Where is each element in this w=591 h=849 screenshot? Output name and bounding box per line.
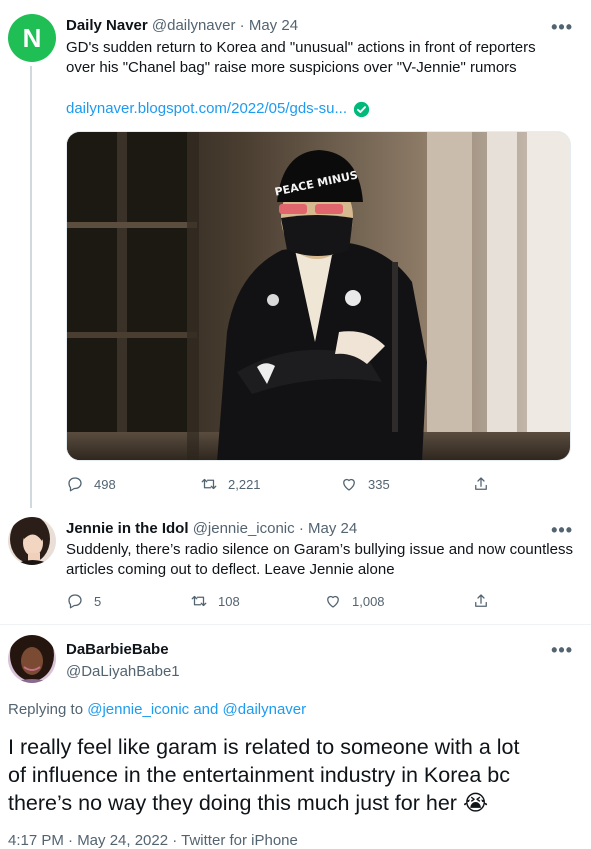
tweet-date[interactable]: May 24: [249, 17, 298, 34]
replying-and: and: [189, 701, 223, 718]
tweet-header: DaBarbieBabe @DaLiyahBabe1: [66, 639, 571, 683]
retweet-button[interactable]: 108: [190, 592, 240, 610]
tweet-text-line: of influence in the entertainment indust…: [8, 763, 510, 787]
mention-link[interactable]: @dailynaver: [223, 701, 307, 718]
retweet-button[interactable]: 2,221: [200, 475, 261, 493]
share-icon: [475, 477, 487, 490]
verified-check-icon: [353, 101, 370, 117]
tweet-photo[interactable]: PEACE MINUS: [66, 131, 571, 461]
retweet-count: 108: [218, 593, 240, 609]
separator-dot: ·: [298, 520, 304, 537]
tweet-text-line: there’s no way they doing this much just…: [8, 791, 457, 815]
retweet-icon: [191, 595, 207, 607]
tweet-dabarbiebabe[interactable]: DaBarbieBabe @DaLiyahBabe1 ••• Replying …: [0, 625, 591, 849]
like-icon: [343, 478, 355, 491]
replying-to: Replying to @jennie_iconic and @dailynav…: [8, 700, 306, 720]
author-handle[interactable]: @dailynaver: [152, 17, 236, 34]
like-count: 1,008: [352, 593, 385, 609]
tweet-text: Suddenly, there’s radio silence on Garam…: [66, 540, 577, 580]
tweet-text-line: GD's sudden return to Korea and "unusual…: [66, 39, 536, 56]
share-button[interactable]: [472, 592, 490, 610]
crying-emoji-icon: 😭: [462, 791, 489, 815]
more-icon[interactable]: •••: [551, 521, 573, 539]
tweet-actions: 498 2,221 335: [66, 475, 496, 497]
more-icon[interactable]: •••: [551, 18, 573, 36]
more-icon[interactable]: •••: [551, 641, 573, 659]
photo-image: PEACE MINUS: [67, 132, 570, 460]
tweet-text-line: I really feel like garam is related to s…: [8, 735, 520, 759]
share-button[interactable]: [472, 475, 490, 493]
reply-count: 5: [94, 593, 102, 609]
avatar-photo: [8, 517, 56, 565]
article-link-text[interactable]: dailynaver.blogspot.com/2022/05/gds-su..…: [66, 99, 347, 119]
tweet-text: GD's sudden return to Korea and "unusual…: [66, 38, 577, 78]
reply-icon: [68, 594, 82, 609]
reply-button[interactable]: 498: [66, 475, 116, 493]
tweet-timestamp[interactable]: 4:17 PM · May 24, 2022 · Twitter for iPh…: [8, 831, 298, 849]
article-link[interactable]: dailynaver.blogspot.com/2022/05/gds-su..…: [66, 99, 370, 119]
avatar[interactable]: [8, 635, 56, 683]
tweet-jennie-in-the-idol[interactable]: Jennie in the Idol @jennie_iconic · May …: [0, 505, 591, 625]
replying-prefix: Replying to: [8, 701, 88, 718]
reply-icon: [68, 477, 82, 492]
author-name[interactable]: Daily Naver: [66, 17, 148, 34]
tweet-daily-naver[interactable]: N Daily Naver @dailynaver · May 24 ••• G…: [0, 0, 591, 508]
avatar[interactable]: [8, 517, 56, 565]
thread-line: [30, 66, 32, 508]
tweet-text-line: Suddenly, there’s radio silence on Garam…: [66, 541, 573, 558]
avatar-photo: [8, 635, 56, 683]
author-handle[interactable]: @jennie_iconic: [193, 520, 295, 537]
like-count: 335: [368, 476, 390, 492]
tweet-actions: 5 108 1,008: [66, 592, 496, 614]
author-name[interactable]: DaBarbieBabe: [66, 639, 571, 661]
tweet-text-line: over his "Chanel bag" raise more suspici…: [66, 59, 517, 76]
separator-dot: ·: [239, 17, 245, 34]
share-icon: [475, 594, 487, 607]
author-name[interactable]: Jennie in the Idol: [66, 520, 189, 537]
svg-text:N: N: [23, 23, 42, 53]
retweet-icon: [201, 478, 217, 490]
tweet-text: I really feel like garam is related to s…: [8, 733, 583, 817]
reply-count: 498: [94, 476, 116, 492]
tweet-header: Jennie in the Idol @jennie_iconic · May …: [66, 519, 571, 539]
tweet-text-line: articles coming out to deflect. Leave Je…: [66, 561, 395, 578]
avatar[interactable]: N: [8, 14, 56, 62]
like-button[interactable]: 335: [340, 475, 390, 493]
reply-button[interactable]: 5: [66, 592, 101, 610]
author-handle[interactable]: @DaLiyahBabe1: [66, 661, 571, 683]
mention-link[interactable]: @jennie_iconic: [87, 701, 189, 718]
naver-logo-icon: N: [8, 14, 56, 62]
tweet-header: Daily Naver @dailynaver · May 24: [66, 16, 571, 36]
like-button[interactable]: 1,008: [324, 592, 385, 610]
retweet-count: 2,221: [228, 476, 261, 492]
like-icon: [327, 595, 339, 608]
tweet-date[interactable]: May 24: [308, 520, 357, 537]
